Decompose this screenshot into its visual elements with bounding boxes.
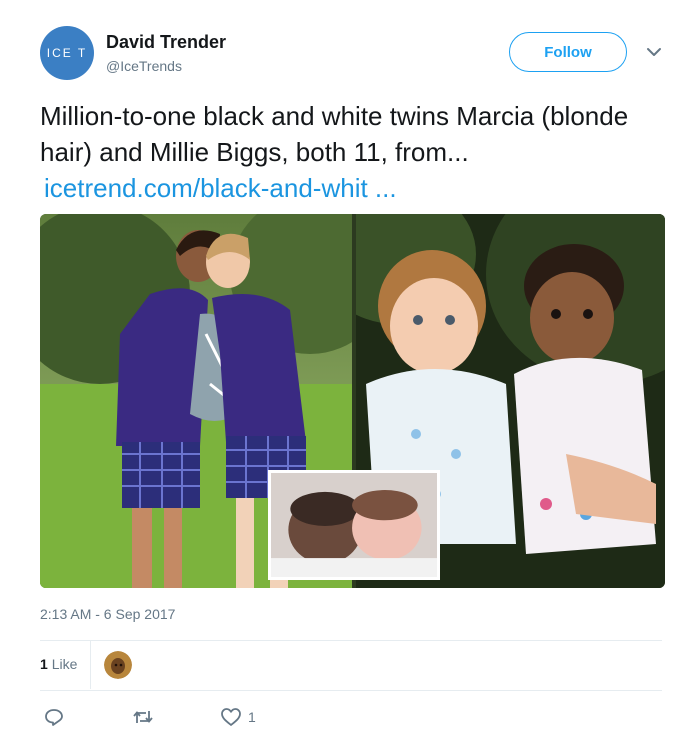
photo-newborn-inset [268,470,440,580]
likes-separator [90,641,91,689]
divider [40,640,662,641]
retweet-icon [133,711,153,723]
avatar-text: ICE T [46,46,88,60]
author-avatar[interactable]: ICE T [40,26,94,80]
like-action-count: 1 [248,709,256,725]
author-handle[interactable]: @IceTrends [106,58,182,74]
likes-number: 1 [40,656,48,672]
tweet-text: Million-to-one black and white twins Mar… [40,101,629,167]
tweet-media[interactable] [40,214,665,588]
reply-button[interactable] [44,706,64,728]
divider [40,690,662,691]
tweet-timestamp[interactable]: 2:13 AM - 6 Sep 2017 [40,606,175,622]
follow-button[interactable]: Follow [509,32,627,72]
tweet-link[interactable]: icetrend.com/black-and-whit ... [44,170,397,206]
heart-icon [221,708,241,726]
reply-icon [45,709,63,726]
like-button[interactable]: 1 [220,706,256,728]
liker-avatar-image [104,651,132,679]
author-display-name[interactable]: David Trender [106,32,226,53]
chevron-down-icon [647,48,661,56]
liker-avatar[interactable] [104,651,132,679]
retweet-button[interactable] [132,706,154,728]
likes-count[interactable]: 1 Like [40,656,77,672]
tweet-card: ICE T David Trender @IceTrends Follow Mi… [0,0,699,750]
likes-label: Like [51,656,78,672]
more-options-caret[interactable] [644,42,664,62]
